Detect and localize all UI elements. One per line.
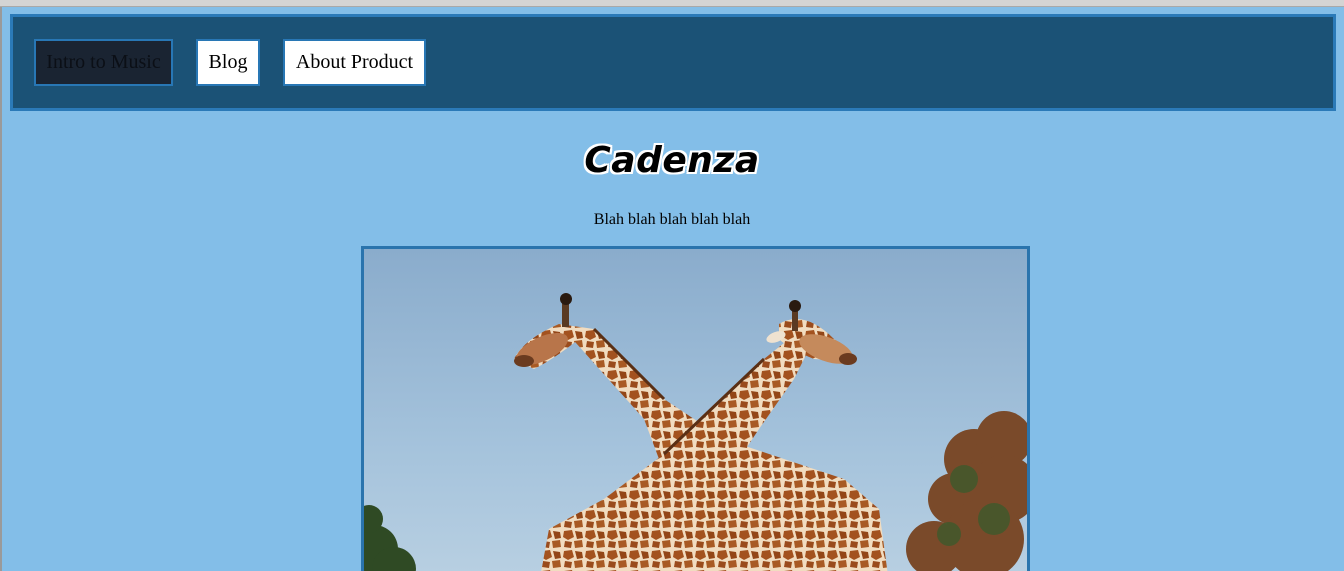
giraffe-photo: [361, 246, 1030, 571]
nav-item-intro-to-music[interactable]: Intro to Music: [34, 39, 173, 86]
page-subtitle: Blah blah blah blah blah: [593, 211, 751, 228]
page-title: Cadenza: [584, 140, 760, 181]
nav-item-blog[interactable]: Blog: [196, 39, 260, 86]
nav-item-about-product[interactable]: About Product: [283, 39, 426, 86]
navbar: Intro to Music Blog About Product: [10, 14, 1336, 111]
window-left-edge: [0, 7, 2, 571]
browser-top-strip: [0, 0, 1344, 7]
giraffe-illustration: [364, 249, 1027, 571]
